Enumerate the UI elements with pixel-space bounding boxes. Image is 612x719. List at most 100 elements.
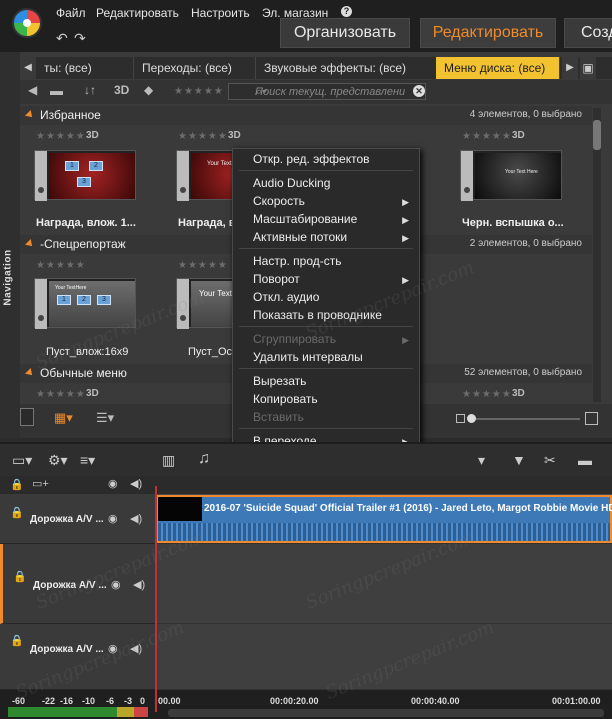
library-scrollbar[interactable]	[593, 108, 601, 402]
menu-thumbnail[interactable]: 1 2 3	[34, 150, 136, 201]
organize-button[interactable]: Организовать	[280, 18, 410, 48]
track-header[interactable]: 🔒 Дорожка A/V ... ◉ ◀)	[0, 494, 155, 544]
meter-tick: -22	[42, 696, 56, 706]
menu-edit[interactable]: Редактировать	[96, 6, 179, 20]
lock-icon[interactable]: 🔒	[10, 634, 24, 647]
marker-icon[interactable]: ▾	[478, 452, 485, 469]
video-clip[interactable]: 2016-07 'Suicide Squad' Official Trailer…	[156, 495, 612, 543]
eye-icon[interactable]: ◉	[108, 512, 118, 525]
redo-icon[interactable]: ↷	[74, 30, 86, 47]
lock-icon[interactable]: 🔒	[13, 570, 27, 583]
edit-mode-button[interactable]: Редактировать	[420, 18, 556, 48]
playhead[interactable]	[155, 486, 157, 712]
item-rating[interactable]: ★★★★★	[178, 131, 228, 142]
library-scroll-thumb[interactable]	[593, 120, 601, 150]
tab-scroll-right-icon[interactable]: ▶	[562, 57, 578, 79]
item-rating[interactable]: ★★★★★	[36, 389, 86, 400]
collapse-icon[interactable]	[25, 368, 35, 378]
section-favorites[interactable]: Избранное 4 элементов, 0 выбрано	[20, 106, 592, 125]
context-menu-item[interactable]: Настр. прод-сть	[253, 254, 342, 268]
menu-settings[interactable]: Настроить	[191, 6, 250, 20]
thumbnail-preview: 1 2 3	[49, 153, 135, 199]
split-icon[interactable]: ▼	[512, 452, 526, 468]
sort-icon[interactable]: ↓↑	[84, 83, 96, 97]
rating-filter[interactable]: ★★★★★	[174, 86, 224, 97]
clear-search-icon[interactable]: ✕	[413, 85, 425, 97]
music-icon[interactable]: ♫	[198, 450, 210, 468]
context-menu-item[interactable]: Откл. аудио	[253, 290, 319, 304]
lock-icon[interactable]: 🔒	[10, 478, 24, 491]
back-arrow-icon[interactable]: ◀	[28, 83, 37, 97]
settings-gear-icon[interactable]: ⚙▾	[48, 452, 68, 469]
navigation-strip[interactable]: Navigation	[0, 52, 20, 438]
context-menu-item[interactable]: Скорость	[253, 194, 305, 208]
search-input[interactable]: ⌕▾ Поиск текущ. представлени	[228, 83, 426, 100]
zoom-large-icon[interactable]	[585, 412, 598, 425]
lock-icon[interactable]: 🔒	[10, 506, 24, 519]
speaker-icon[interactable]: ◀)	[133, 578, 145, 591]
snap-icon[interactable]: ≡▾	[80, 452, 95, 469]
add-tab-icon[interactable]: ▣	[580, 57, 596, 79]
eye-icon[interactable]: ◉	[108, 477, 118, 490]
menu-thumbnail[interactable]: Your Text Here	[460, 150, 562, 201]
context-menu-item[interactable]: Вырезать	[253, 374, 306, 388]
zoom-slider[interactable]	[468, 418, 580, 420]
tag-icon[interactable]: ◆	[144, 83, 153, 97]
grid-view-icon[interactable]: ▦▾	[54, 410, 73, 426]
item-rating[interactable]: ★★★★★	[36, 131, 86, 142]
collapse-icon[interactable]	[25, 110, 35, 120]
context-menu-item[interactable]: Масштабирование	[253, 212, 357, 226]
stack-icon[interactable]	[20, 408, 34, 426]
context-menu-item[interactable]: Audio Ducking	[253, 176, 330, 190]
track-name: Дорожка A/V ...	[30, 514, 104, 525]
timeline-scrollbar[interactable]	[168, 709, 604, 717]
context-menu-item[interactable]: Поворот	[253, 272, 300, 286]
folder-icon[interactable]: ▬	[50, 83, 63, 98]
speaker-icon[interactable]: ◀)	[130, 512, 142, 525]
item-rating[interactable]: ★★★★★	[462, 389, 512, 400]
razor-icon[interactable]: ✂	[544, 452, 556, 469]
collapse-icon[interactable]	[25, 239, 35, 249]
item-rating[interactable]: ★★★★★	[462, 131, 512, 142]
timeline-header: 🔒 ▭+ ◉ ◀)	[0, 476, 612, 494]
zoom-slider-handle[interactable]	[467, 414, 476, 423]
audio-mixer-icon[interactable]: ▥	[162, 452, 175, 469]
storyboard-icon[interactable]: ▬	[578, 452, 592, 468]
timeline-monitor-icon[interactable]: ▭▾	[12, 452, 32, 469]
add-track-icon[interactable]: ▭+	[32, 477, 49, 490]
clip-title: 2016-07 'Suicide Squad' Official Trailer…	[204, 503, 612, 514]
speaker-icon[interactable]: ◀)	[130, 477, 142, 490]
list-view-icon[interactable]: ☰▾	[96, 410, 114, 426]
thumb-box: 3	[97, 295, 111, 305]
meter-tick: -3	[124, 696, 133, 706]
tab-effects[interactable]: ты: (все)	[36, 57, 134, 79]
create-mode-button[interactable]: Созд	[564, 18, 612, 48]
zoom-small-icon[interactable]	[456, 414, 465, 423]
context-menu-item[interactable]: Откр. ред. эффектов	[253, 152, 370, 166]
menu-file[interactable]: Файл	[56, 6, 86, 20]
submenu-arrow-icon: ▶	[402, 197, 409, 207]
context-menu-item[interactable]: Копировать	[253, 392, 318, 406]
help-icon[interactable]: ?	[341, 6, 352, 17]
item-rating[interactable]: ★★★★★	[36, 260, 86, 271]
item-caption: Награда, влож. 1...	[36, 217, 136, 229]
tab-scroll-left-icon[interactable]: ◀	[20, 57, 36, 79]
clip-audio-waveform	[158, 523, 610, 541]
menu-separator	[239, 248, 413, 249]
context-menu-item[interactable]: Активные потоки	[253, 230, 347, 244]
tab-transitions[interactable]: Переходы: (все)	[134, 57, 256, 79]
view-3d-toggle[interactable]: 3D	[114, 83, 129, 97]
tab-disc-menus[interactable]: Меню диска: (все)	[436, 57, 560, 79]
ruler-tick: 00:00:40.00	[411, 696, 460, 706]
audio-level-meter	[8, 707, 148, 717]
item-rating[interactable]: ★★★★★	[178, 260, 228, 271]
tab-sound-effects[interactable]: Звуковые эффекты: (все)	[256, 57, 446, 79]
thumb-text: Your Text	[207, 161, 232, 167]
section-count: 52 элементов, 0 выбрано	[464, 367, 582, 378]
clip-thumbnail	[158, 497, 202, 521]
undo-icon[interactable]: ↶	[56, 30, 68, 47]
disc-strip	[35, 279, 47, 329]
item-3d-badge: 3D	[86, 388, 99, 399]
thumb-text: Your Text Here	[505, 169, 538, 175]
context-menu-item[interactable]: Удалить интервалы	[253, 350, 363, 364]
